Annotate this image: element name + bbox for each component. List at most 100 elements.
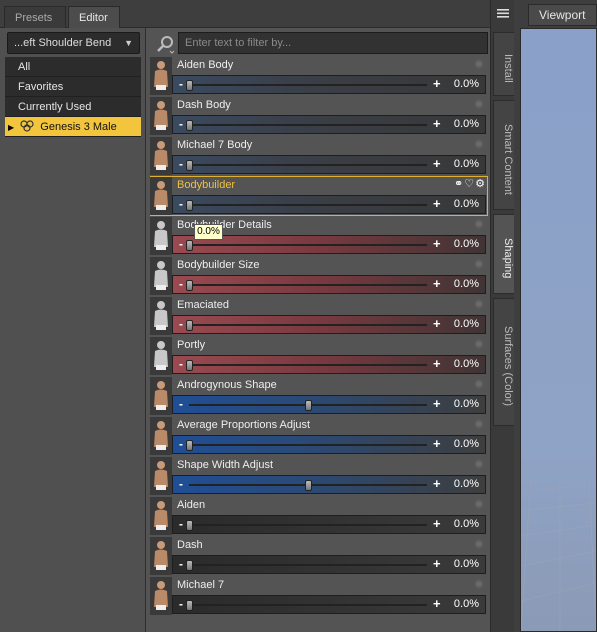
slider-knob[interactable] (186, 320, 193, 331)
category-genesis-3-male[interactable]: ▶ Genesis 3 Male (5, 117, 141, 137)
property-value[interactable]: 0.0% (454, 398, 479, 410)
increment-button[interactable]: + (433, 156, 441, 171)
heart-icon[interactable]: ♡ (464, 178, 475, 190)
slider-knob[interactable] (186, 440, 193, 451)
decrement-button[interactable]: - (179, 477, 183, 491)
tab-surfaces[interactable]: Surfaces (Color) (493, 298, 515, 426)
slider-knob[interactable] (186, 120, 193, 131)
gear-icon[interactable] (474, 539, 484, 549)
property-row[interactable]: Shape Width Adjust - +0.0% (150, 456, 488, 496)
increment-button[interactable]: + (433, 476, 441, 491)
property-slider[interactable]: - +0.0% (172, 275, 486, 294)
category-all[interactable]: All (5, 57, 141, 77)
decrement-button[interactable]: - (179, 317, 183, 331)
property-value[interactable]: 0.0% (454, 118, 479, 130)
gear-icon[interactable]: ⚙ (475, 178, 486, 190)
tab-viewport[interactable]: Viewport (528, 4, 597, 26)
property-slider[interactable]: - +0.0% (172, 475, 486, 494)
property-group-dropdown[interactable]: ...eft Shoulder Bend ▼ (7, 32, 140, 54)
property-row[interactable]: Bodybuilder ⚭♡⚙ - +0.0% (150, 176, 488, 216)
slider-knob[interactable] (186, 560, 193, 571)
decrement-button[interactable]: - (179, 557, 183, 571)
filter-input[interactable] (178, 32, 488, 54)
property-value[interactable]: 0.0% (454, 278, 479, 290)
decrement-button[interactable]: - (179, 277, 183, 291)
slider-knob[interactable] (186, 160, 193, 171)
decrement-button[interactable]: - (179, 597, 183, 611)
decrement-button[interactable]: - (179, 197, 183, 211)
decrement-button[interactable]: - (179, 77, 183, 91)
property-slider[interactable]: - +0.0% (172, 355, 486, 374)
property-row[interactable]: Dash - +0.0% (150, 536, 488, 576)
increment-button[interactable]: + (433, 76, 441, 91)
increment-button[interactable]: + (433, 236, 441, 251)
slider-knob[interactable] (186, 280, 193, 291)
link-icon[interactable]: ⚭ (454, 178, 464, 190)
property-row[interactable]: Androgynous Shape - +0.0% (150, 376, 488, 416)
decrement-button[interactable]: - (179, 357, 183, 371)
decrement-button[interactable]: - (179, 157, 183, 171)
tab-shaping[interactable]: Shaping (493, 214, 515, 294)
property-slider[interactable]: - +0.0% (172, 75, 486, 94)
property-slider[interactable]: - +0.0% (172, 595, 486, 614)
gear-icon[interactable] (474, 59, 484, 69)
property-slider[interactable]: - +0.0% (172, 555, 486, 574)
tab-presets[interactable]: Presets (4, 6, 66, 28)
gear-icon[interactable] (474, 579, 484, 589)
increment-button[interactable]: + (433, 116, 441, 131)
decrement-button[interactable]: - (179, 397, 183, 411)
increment-button[interactable]: + (433, 316, 441, 331)
property-value[interactable]: 0.0% (454, 318, 479, 330)
gear-icon[interactable] (474, 219, 484, 229)
gear-icon[interactable] (474, 499, 484, 509)
gear-icon[interactable] (474, 459, 484, 469)
property-value[interactable]: 0.0% (454, 598, 479, 610)
property-slider[interactable]: - +0.0% (172, 115, 486, 134)
property-value[interactable]: 0.0% (454, 558, 479, 570)
property-value[interactable]: 0.0% (454, 198, 479, 210)
search-icon[interactable] (154, 34, 176, 54)
slider-knob[interactable] (186, 360, 193, 371)
property-slider[interactable]: - +0.0% (172, 195, 486, 214)
slider-knob[interactable] (186, 80, 193, 91)
increment-button[interactable]: + (433, 516, 441, 531)
property-slider[interactable]: - +0.0% (172, 515, 486, 534)
slider-knob[interactable] (186, 200, 193, 211)
increment-button[interactable]: + (433, 356, 441, 371)
expand-arrow-icon[interactable]: ▶ (8, 123, 14, 132)
property-slider[interactable]: - +0.0% (172, 315, 486, 334)
tab-install[interactable]: Install (493, 32, 515, 96)
property-slider[interactable]: - +0.0% (172, 435, 486, 454)
property-row[interactable]: Portly - +0.0% (150, 336, 488, 376)
property-value[interactable]: 0.0% (454, 358, 479, 370)
slider-knob[interactable] (305, 400, 312, 411)
increment-button[interactable]: + (433, 196, 441, 211)
gear-icon[interactable] (474, 419, 484, 429)
increment-button[interactable]: + (433, 596, 441, 611)
viewport-canvas[interactable] (520, 28, 597, 632)
property-slider[interactable]: - +0.0% (172, 155, 486, 174)
slider-knob[interactable] (186, 600, 193, 611)
increment-button[interactable]: + (433, 396, 441, 411)
slider-knob[interactable] (186, 520, 193, 531)
gear-icon[interactable] (474, 139, 484, 149)
property-row[interactable]: Michael 7 - +0.0% (150, 576, 488, 616)
increment-button[interactable]: + (433, 556, 441, 571)
gear-icon[interactable] (474, 99, 484, 109)
slider-knob[interactable] (305, 480, 312, 491)
increment-button[interactable]: + (433, 436, 441, 451)
tab-editor[interactable]: Editor (68, 6, 120, 28)
property-row[interactable]: Aiden - +0.0% (150, 496, 488, 536)
pane-menu-icon[interactable] (495, 6, 511, 20)
decrement-button[interactable]: - (179, 517, 183, 531)
property-row[interactable]: Aiden Body - +0.0% (150, 56, 488, 96)
gear-icon[interactable] (474, 299, 484, 309)
slider-knob[interactable] (186, 240, 193, 251)
property-value[interactable]: 0.0% (454, 518, 479, 530)
property-row[interactable]: Bodybuilder Size - +0.0% (150, 256, 488, 296)
property-value[interactable]: 0.0% (454, 478, 479, 490)
category-favorites[interactable]: Favorites (5, 77, 141, 97)
increment-button[interactable]: + (433, 276, 441, 291)
property-value[interactable]: 0.0% (454, 158, 479, 170)
property-row[interactable]: Dash Body - +0.0% (150, 96, 488, 136)
